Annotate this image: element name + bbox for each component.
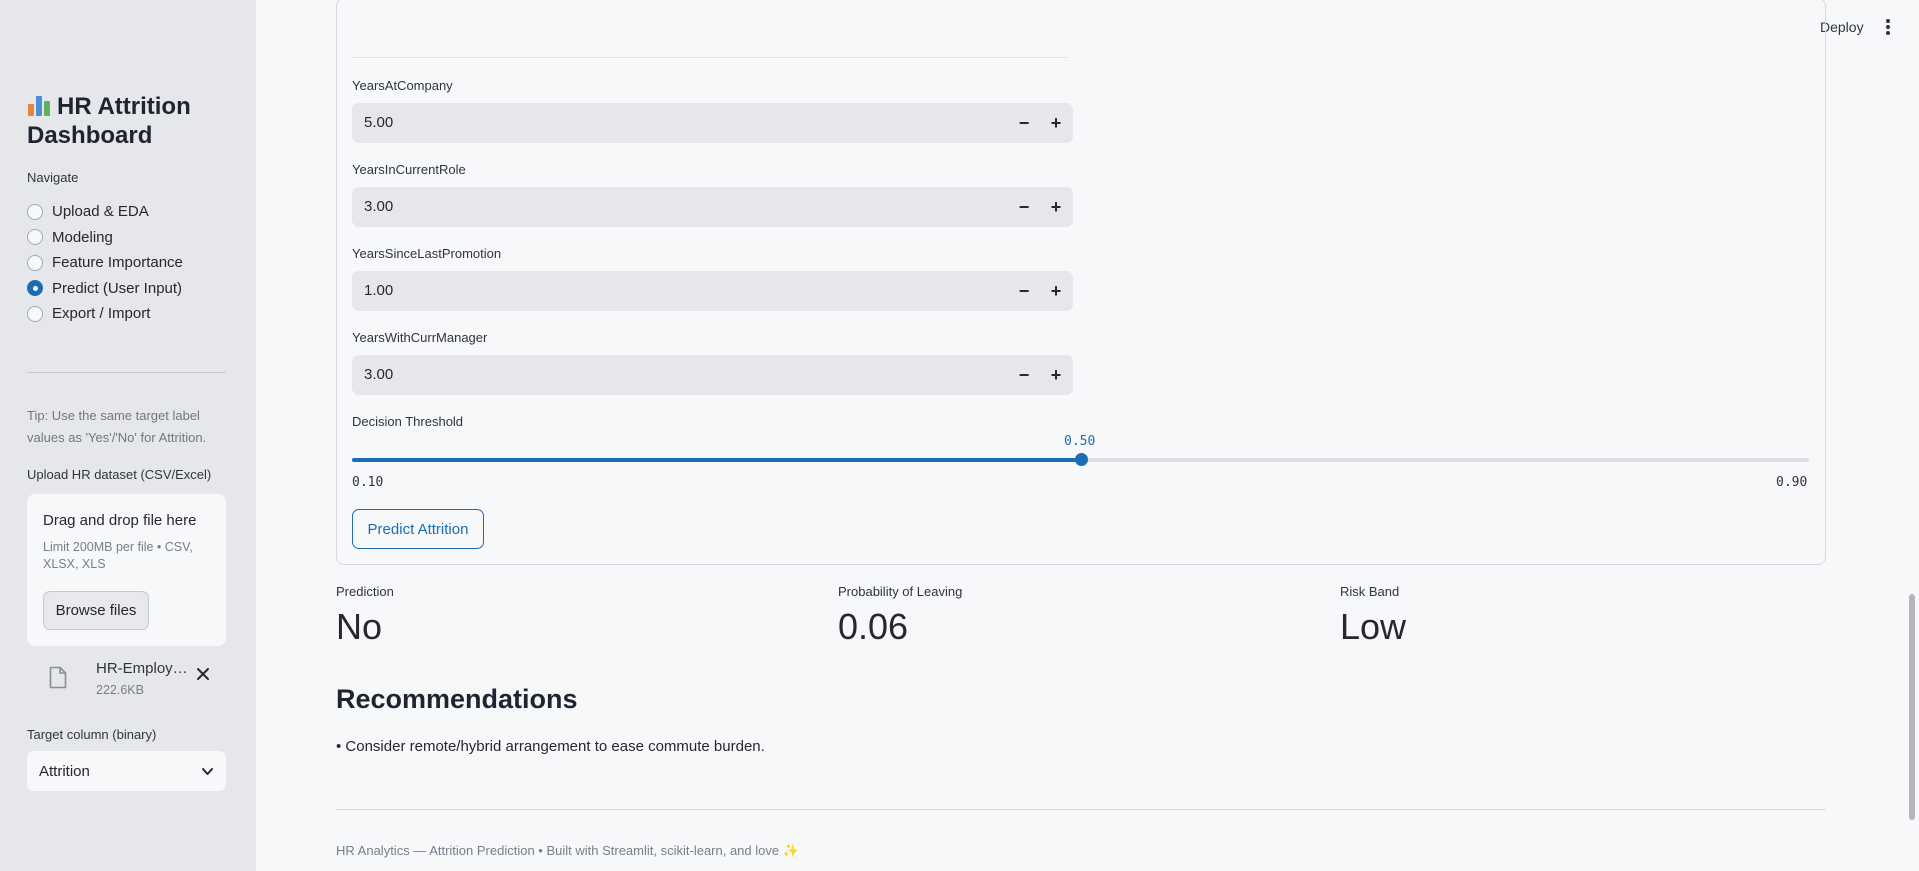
recommendation-item: • Consider remote/hybrid arrangement to … bbox=[336, 738, 765, 755]
nav-item-export-import[interactable]: Export / Import bbox=[27, 301, 183, 327]
file-size: 222.6KB bbox=[96, 683, 144, 697]
years-in-current-role-input[interactable]: 3.00 − + bbox=[352, 187, 1073, 227]
increment-button[interactable]: + bbox=[1040, 271, 1072, 311]
sidebar: HR Attrition Dashboard Navigate Upload &… bbox=[0, 0, 256, 871]
slider-fill bbox=[352, 458, 1081, 462]
kebab-menu-icon[interactable] bbox=[1884, 18, 1892, 36]
nav-item-predict[interactable]: Predict (User Input) bbox=[27, 276, 183, 302]
increment-button[interactable]: + bbox=[1040, 103, 1072, 143]
radio-icon bbox=[27, 203, 43, 220]
metric-label: Probability of Leaving bbox=[838, 584, 963, 599]
metric-prediction: Prediction No bbox=[336, 584, 394, 647]
slider-thumb[interactable] bbox=[1074, 453, 1088, 466]
threshold-min: 0.10 bbox=[352, 475, 384, 490]
threshold-value: 0.50 bbox=[1064, 434, 1096, 449]
bar-chart-emoji-icon bbox=[27, 94, 51, 116]
chevron-down-icon bbox=[202, 768, 213, 775]
metric-value: No bbox=[336, 606, 383, 647]
input-value: 3.00 bbox=[364, 198, 394, 215]
browse-files-button[interactable]: Browse files bbox=[43, 591, 149, 630]
metric-probability: Probability of Leaving 0.06 bbox=[838, 584, 962, 647]
dropzone-title: Drag and drop file here bbox=[43, 512, 197, 529]
nav-item-upload-eda[interactable]: Upload & EDA bbox=[27, 199, 183, 225]
radio-icon bbox=[27, 254, 43, 271]
file-name: HR-Employ… bbox=[96, 660, 188, 677]
nav-item-label: Predict (User Input) bbox=[52, 279, 183, 297]
deploy-button[interactable]: Deploy bbox=[1820, 19, 1864, 35]
nav-label: Navigate bbox=[27, 170, 79, 185]
target-column-select[interactable]: Attrition bbox=[27, 751, 226, 791]
footer-text: HR Analytics — Attrition Prediction • Bu… bbox=[336, 843, 799, 858]
close-icon[interactable] bbox=[193, 664, 213, 684]
target-column-label: Target column (binary) bbox=[27, 727, 157, 742]
input-value: 5.00 bbox=[364, 114, 394, 131]
sidebar-divider bbox=[27, 372, 226, 373]
radio-selected-icon bbox=[27, 280, 43, 297]
field-label-years-with-curr-manager: YearsWithCurrManager bbox=[352, 330, 488, 345]
previous-input-edge bbox=[353, 57, 1067, 58]
input-value: 3.00 bbox=[364, 366, 394, 383]
nav-radio-group: Upload & EDA Modeling Feature Importance… bbox=[27, 199, 183, 327]
nav-item-modeling[interactable]: Modeling bbox=[27, 225, 183, 251]
years-with-curr-manager-input[interactable]: 3.00 − + bbox=[352, 355, 1073, 395]
input-value: 1.00 bbox=[364, 282, 394, 299]
metric-value: Low bbox=[1340, 606, 1407, 647]
decrement-button[interactable]: − bbox=[1008, 103, 1040, 143]
file-icon bbox=[49, 666, 67, 689]
dropzone-limit: Limit 200MB per file • CSV, XLSX, XLS bbox=[43, 540, 193, 571]
app-title-text: HR Attrition Dashboard bbox=[27, 93, 191, 149]
nav-item-label: Upload & EDA bbox=[52, 203, 149, 221]
target-column-value: Attrition bbox=[39, 762, 90, 780]
increment-button[interactable]: + bbox=[1040, 187, 1072, 227]
recommendations-heading: Recommendations bbox=[336, 684, 578, 714]
threshold-max: 0.90 bbox=[1776, 475, 1808, 490]
nav-item-label: Modeling bbox=[52, 228, 113, 246]
increment-button[interactable]: + bbox=[1040, 355, 1072, 395]
nav-item-label: Feature Importance bbox=[52, 254, 183, 272]
metric-value: 0.06 bbox=[838, 606, 909, 647]
radio-icon bbox=[27, 229, 43, 246]
years-at-company-input[interactable]: 5.00 − + bbox=[352, 103, 1073, 143]
field-label-years-since-last-promotion: YearsSinceLastPromotion bbox=[352, 246, 502, 261]
nav-item-feature-importance[interactable]: Feature Importance bbox=[27, 250, 183, 276]
file-dropzone[interactable]: Drag and drop file here Limit 200MB per … bbox=[27, 494, 226, 646]
footer-divider bbox=[336, 809, 1826, 810]
uploaded-file: HR-Employ… 222.6KB bbox=[27, 656, 226, 702]
nav-item-label: Export / Import bbox=[52, 305, 151, 323]
decrement-button[interactable]: − bbox=[1008, 355, 1040, 395]
decrement-button[interactable]: − bbox=[1008, 271, 1040, 311]
metric-label: Risk Band bbox=[1340, 584, 1400, 599]
decrement-button[interactable]: − bbox=[1008, 187, 1040, 227]
predict-attrition-button[interactable]: Predict Attrition bbox=[352, 509, 484, 549]
metric-risk-band: Risk Band Low bbox=[1340, 584, 1406, 647]
tip-text: Tip: Use the same target label values as… bbox=[27, 408, 207, 445]
radio-icon bbox=[27, 305, 43, 322]
threshold-slider[interactable] bbox=[352, 453, 1809, 466]
field-label-years-in-current-role: YearsInCurrentRole bbox=[352, 162, 466, 177]
app-title: HR Attrition Dashboard bbox=[27, 92, 237, 150]
metric-label: Prediction bbox=[336, 584, 394, 599]
field-label-years-at-company: YearsAtCompany bbox=[352, 78, 453, 93]
threshold-label: Decision Threshold bbox=[352, 414, 464, 429]
upload-label: Upload HR dataset (CSV/Excel) bbox=[27, 467, 212, 482]
scrollbar[interactable] bbox=[1909, 594, 1915, 820]
years-since-last-promotion-input[interactable]: 1.00 − + bbox=[352, 271, 1073, 311]
